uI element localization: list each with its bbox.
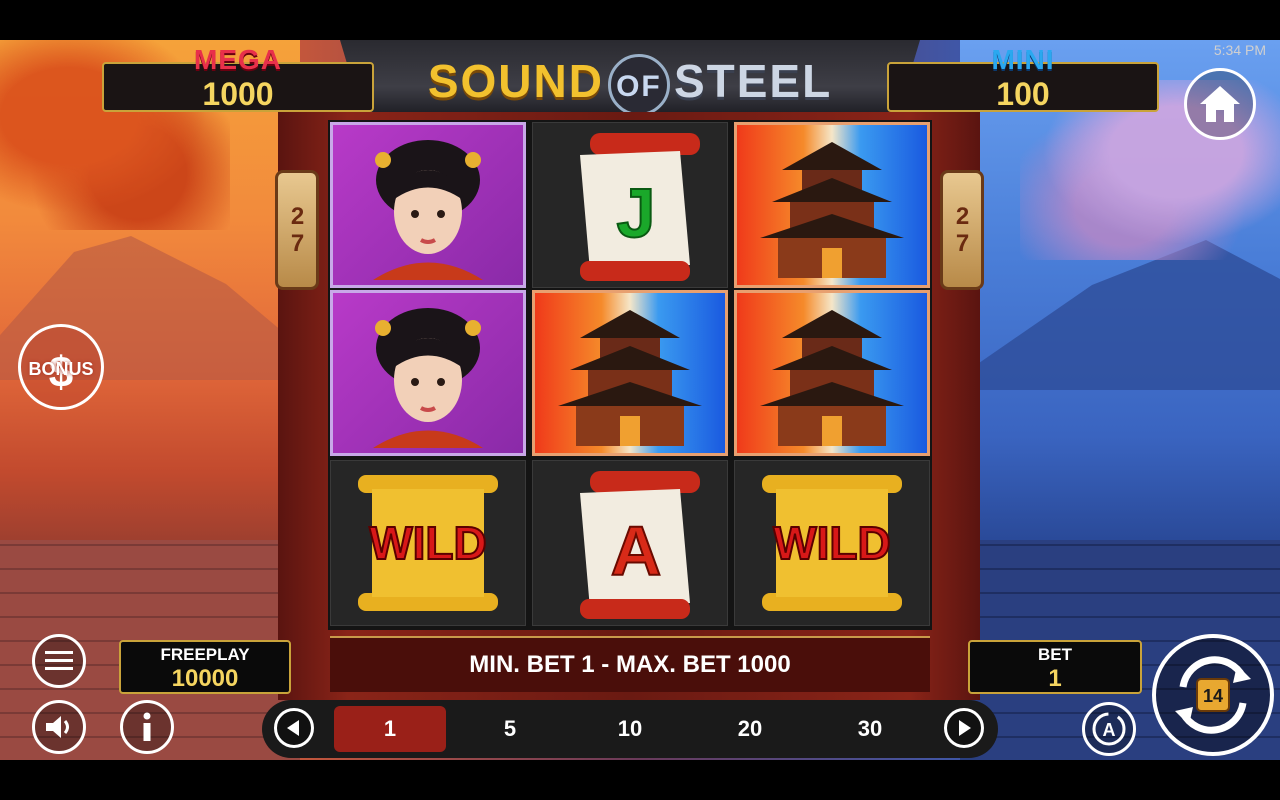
bet-option[interactable]: 1 [334, 706, 446, 752]
bet-prev-button[interactable] [274, 708, 314, 748]
info-icon [143, 712, 151, 741]
menu-icon [45, 651, 73, 670]
scroll-j-icon: J [580, 133, 700, 281]
freeplay-label: FREEPLAY [160, 645, 250, 664]
pagoda-icon [760, 310, 904, 446]
mega-jackpot: MEGA 1000 [102, 44, 374, 112]
spin-icon: 14 [1175, 656, 1251, 734]
mega-jackpot-label: MEGA [194, 44, 282, 75]
pagoda-icon [558, 310, 702, 446]
bet-option[interactable]: 30 [814, 706, 926, 752]
wild-text: WILD [369, 517, 487, 569]
freeplay-value: 10000 [171, 665, 239, 692]
symbol-pagoda [734, 290, 930, 456]
bet-option[interactable]: 20 [694, 706, 806, 752]
pagoda-icon [760, 142, 904, 278]
mini-jackpot: MINI 100 [887, 44, 1159, 112]
home-icon [1200, 86, 1240, 122]
wild-scroll-icon: WILD [358, 475, 498, 611]
symbol-geisha [330, 290, 526, 456]
game-title: SOUND OF STEEL [340, 54, 920, 116]
symbol-pagoda [532, 290, 728, 456]
geisha-icon [373, 308, 483, 448]
bonus-label: BONUS [28, 358, 94, 379]
menu-button[interactable] [32, 634, 86, 688]
bet-limits: MIN. BET 1 - MAX. BET 1000 [330, 636, 930, 692]
left-line-count: 27 [284, 203, 311, 257]
autoplay-label: A [1103, 720, 1116, 740]
info-button[interactable] [120, 700, 174, 754]
symbol-wild: WILD [330, 460, 526, 626]
mini-jackpot-label: MINI [991, 44, 1055, 75]
freeplay-balance: FREEPLAY 10000 [119, 640, 291, 694]
bonus-button[interactable]: $ BONUS [18, 324, 104, 410]
geisha-icon [373, 140, 483, 280]
chevron-left-icon [287, 720, 299, 736]
right-line-counter: 27 [940, 170, 984, 290]
title-word-sound: SOUND [427, 55, 604, 108]
reel-grid: WILD J A WILD [328, 120, 932, 630]
game-canvas: SOUND OF STEEL MEGA 1000 MINI 100 5:34 PM … [0, 40, 1280, 760]
spin-button[interactable]: 14 [1152, 634, 1274, 756]
status-clock: 5:34 PM [1213, 42, 1266, 58]
symbol-wild: WILD [734, 460, 930, 626]
symbol-geisha [330, 122, 526, 288]
symbol-pagoda [734, 122, 930, 288]
bet-next-button[interactable] [944, 708, 984, 748]
title-word-of: OF [607, 54, 670, 116]
sound-button[interactable] [32, 700, 86, 754]
scroll-a-icon: A [580, 471, 700, 619]
autoplay-button[interactable]: A [1082, 702, 1136, 756]
bet-option[interactable]: 5 [454, 706, 566, 752]
scroll-a-letter: A [611, 512, 662, 590]
bet-value: 1 [1048, 665, 1062, 692]
symbol-scroll-j: J [532, 122, 728, 288]
spin-badge: 14 [1203, 686, 1223, 706]
bet-option[interactable]: 10 [574, 706, 686, 752]
sound-icon [46, 716, 69, 738]
mini-jackpot-value: 100 [996, 76, 1050, 112]
bet-label: BET [1038, 645, 1072, 664]
mega-jackpot-value: 1000 [202, 76, 274, 112]
title-word-steel: STEEL [673, 55, 833, 108]
right-line-count: 27 [949, 203, 976, 257]
wild-text: WILD [773, 517, 891, 569]
chevron-right-icon [959, 720, 971, 736]
symbol-scroll-a: A [532, 460, 728, 626]
wild-scroll-icon: WILD [762, 475, 902, 611]
autoplay-icon: A [1092, 712, 1126, 746]
left-line-counter: 27 [275, 170, 319, 290]
scroll-j-letter: J [617, 174, 656, 252]
home-button[interactable] [1184, 68, 1256, 140]
bet-display: BET 1 [968, 640, 1142, 694]
